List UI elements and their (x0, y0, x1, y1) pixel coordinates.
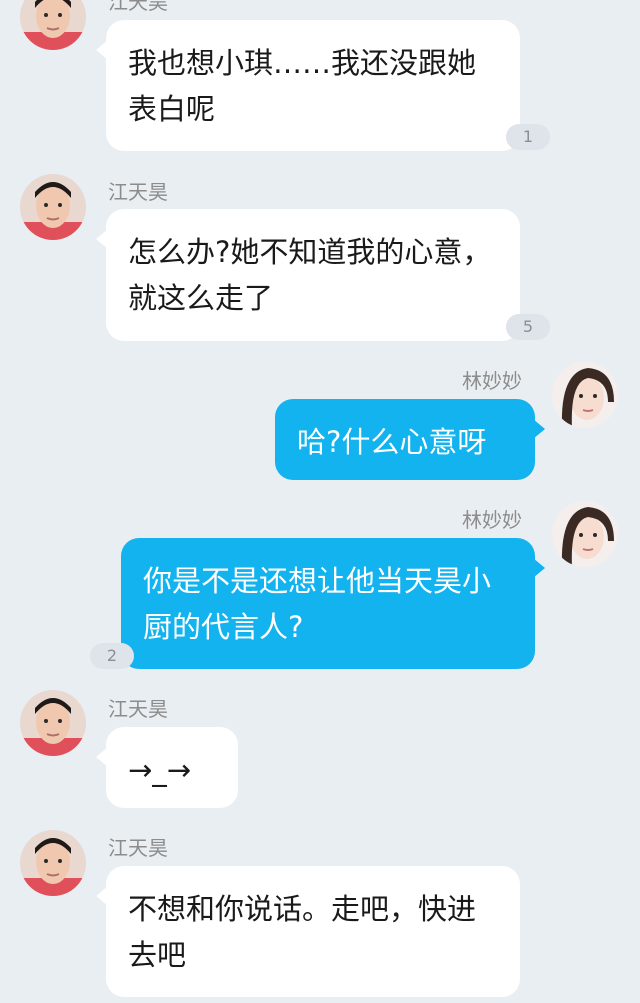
message-text: 哈?什么心意呀 (297, 425, 487, 459)
message-bubble[interactable]: 你是不是还想让他当天昊小厨的代言人? (121, 538, 545, 669)
girl-avatar-icon[interactable] (552, 362, 618, 428)
read-count-badge: 1 (506, 124, 550, 150)
boy-avatar-icon[interactable] (20, 690, 86, 756)
sender-name: 林妙妙 (462, 369, 522, 393)
boy-avatar-icon[interactable] (20, 830, 86, 896)
message-text: →_→ (128, 753, 192, 787)
message-bubble[interactable]: 哈?什么心意呀 (275, 399, 545, 480)
sender-name: 江天昊 (108, 180, 168, 204)
boy-avatar-icon[interactable] (20, 0, 86, 50)
read-count-badge: 2 (90, 643, 134, 669)
message-bubble[interactable]: →_→ (96, 727, 238, 808)
message-bubble[interactable]: 不想和你说话。走吧，快进去吧 (96, 866, 520, 997)
girl-avatar-icon[interactable] (552, 501, 618, 567)
sender-name: 江天昊 (108, 697, 168, 721)
sender-name: 江天昊 (108, 0, 168, 14)
message-text: 怎么办?她不知道我的心意，就这么走了 (128, 235, 492, 315)
boy-avatar-icon[interactable] (20, 174, 86, 240)
message-text: 不想和你说话。走吧，快进去吧 (128, 892, 477, 972)
read-count-badge: 5 (506, 314, 550, 340)
sender-name: 林妙妙 (462, 508, 522, 532)
message-bubble[interactable]: 我也想小琪……我还没跟她表白呢 (96, 20, 520, 151)
message-bubble[interactable]: 怎么办?她不知道我的心意，就这么走了 (96, 209, 520, 341)
sender-name: 江天昊 (108, 836, 168, 860)
message-text: 你是不是还想让他当天昊小厨的代言人? (143, 564, 492, 644)
message-text: 我也想小琪……我还没跟她表白呢 (128, 46, 477, 126)
chat-window: 江天昊 我也想小琪……我还没跟她表白呢 1 江天昊 怎么办?她不知道我的心意，就… (0, 0, 640, 1003)
